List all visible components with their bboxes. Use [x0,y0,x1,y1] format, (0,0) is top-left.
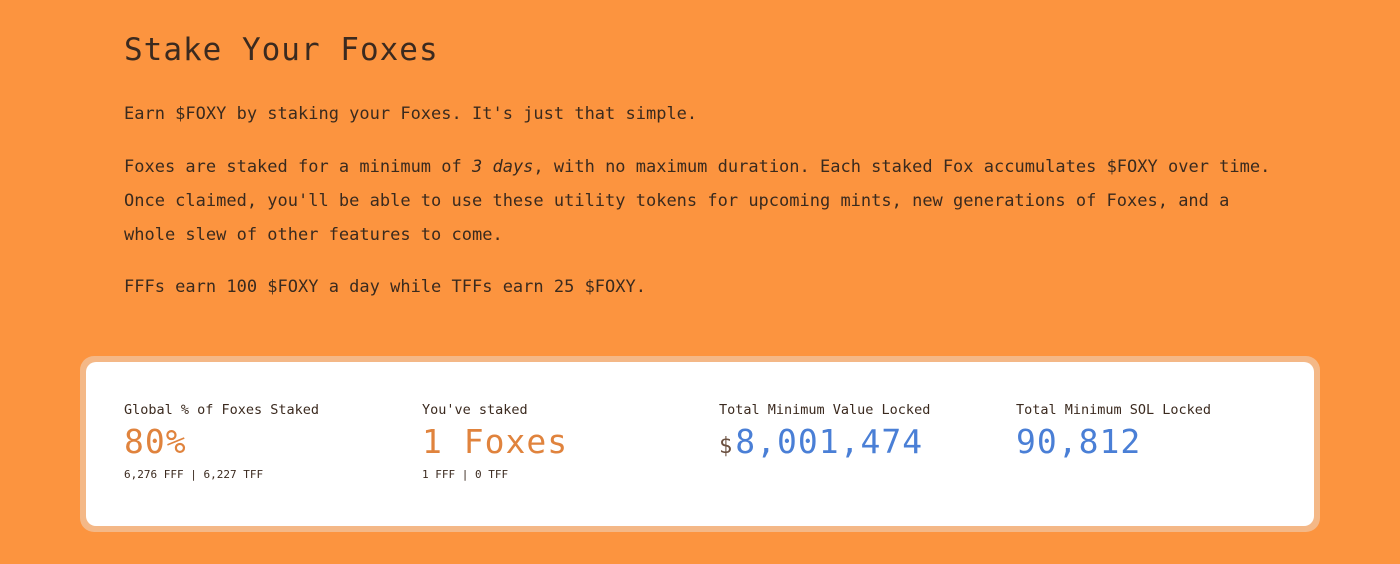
stat-you-staked: You've staked 1 Foxes 1 FFF | 0 TFF [422,402,712,481]
stat-global-value: 80% [124,422,187,461]
stat-global-staked: Global % of Foxes Staked 80% 6,276 FFF |… [124,402,414,481]
stat-total-sol-locked: Total Minimum SOL Locked 90,812 [1016,402,1306,462]
intro-paragraph-2-start: Foxes are staked for a minimum of [124,157,472,177]
intro-paragraph-1: Earn $FOXY by staking your Foxes. It's j… [124,104,698,124]
stat-sol-value: 90,812 [1016,422,1142,461]
stat-tvl-value: 8,001,474 [735,422,924,461]
stat-tvl-value-wrap: $8,001,474 [719,422,1009,467]
stat-global-breakdown: 6,276 FFF | 6,227 TFF [124,468,264,481]
page-title: Stake Your Foxes [124,32,439,68]
currency-symbol: $ [719,434,734,459]
stat-sol-label: Total Minimum SOL Locked [1016,402,1212,418]
stats-panel: Global % of Foxes Staked 80% 6,276 FFF |… [80,356,1320,532]
intro-paragraph-2: Foxes are staked for a minimum of 3 days… [124,150,1274,252]
stat-you-value: 1 Foxes [422,422,569,461]
stats-card: Global % of Foxes Staked 80% 6,276 FFF |… [86,362,1314,526]
stat-total-value-locked: Total Minimum Value Locked $8,001,474 [719,402,1009,467]
stat-you-breakdown: 1 FFF | 0 TFF [422,468,509,481]
stat-tvl-label: Total Minimum Value Locked [719,402,931,418]
stat-you-label: You've staked [422,402,528,418]
stat-global-label: Global % of Foxes Staked [124,402,320,418]
minimum-duration: 3 days [472,157,534,177]
intro-paragraph-3: FFFs earn 100 $FOXY a day while TFFs ear… [124,277,646,297]
